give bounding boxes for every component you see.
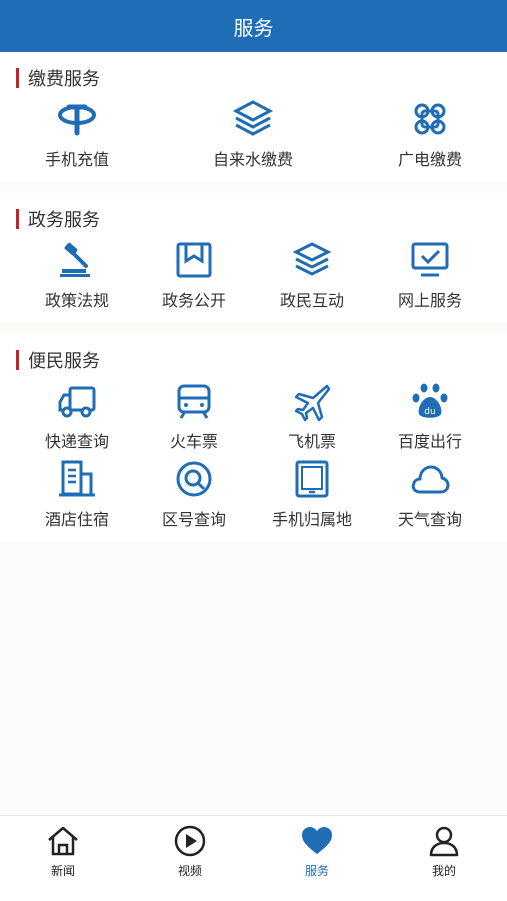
- play-icon: [174, 825, 206, 857]
- service-item-mobile-recharge[interactable]: 手机充值: [17, 98, 137, 170]
- service-label: 政务公开: [161, 291, 226, 310]
- tablet-icon: [295, 460, 329, 498]
- app-header: 服务: [0, 0, 507, 52]
- tab-label: 我的: [431, 864, 456, 878]
- service-label: 广电缴费: [397, 150, 462, 169]
- bookmark-doc-icon: [176, 242, 212, 278]
- bottom-tab-bar: 新闻 视频 服务 我的: [0, 815, 507, 901]
- section-title: 便民服务: [16, 348, 100, 372]
- service-label: 政策法规: [44, 291, 109, 310]
- service-item-weather[interactable]: 天气查询: [370, 458, 490, 530]
- monitor-check-icon: [411, 242, 449, 277]
- service-item-cable-bill[interactable]: 广电缴费: [370, 98, 490, 170]
- user-icon: [429, 826, 459, 857]
- service-item-train[interactable]: 火车票: [134, 380, 254, 452]
- cloud-icon: [411, 465, 450, 494]
- service-item-area-code[interactable]: 区号查询: [134, 458, 254, 530]
- section-accent-bar: [16, 209, 19, 229]
- train-icon: [177, 384, 211, 419]
- building-icon: [59, 460, 95, 497]
- section-convenience: 便民服务 快递查询 火车票 飞机票 du 百度出行 酒店住宿 区号查询 手机归属…: [0, 334, 507, 542]
- content-area: 缴费服务 手机充值 自来水缴费 广电缴费 政务服务 政策法规 政务公开 政民互动…: [0, 52, 507, 814]
- service-label: 酒店住宿: [44, 510, 109, 529]
- section-title-text: 政务服务: [28, 210, 100, 231]
- service-item-phone-location[interactable]: 手机归属地: [252, 458, 372, 530]
- airplane-icon: [294, 384, 331, 422]
- service-label: 火车票: [169, 432, 218, 451]
- tab-video[interactable]: 视频: [127, 824, 253, 879]
- section-title: 缴费服务: [16, 66, 100, 90]
- service-item-policy[interactable]: 政策法规: [17, 239, 137, 311]
- service-item-interaction[interactable]: 政民互动: [252, 239, 372, 311]
- gavel-icon: [60, 242, 90, 277]
- heart-icon: [302, 827, 332, 854]
- svg-text:du: du: [424, 407, 435, 417]
- section-title-text: 便民服务: [28, 351, 100, 372]
- service-label: 快递查询: [44, 432, 109, 451]
- service-label: 政民互动: [279, 291, 344, 310]
- section-title: 政务服务: [16, 207, 100, 231]
- section-accent-bar: [16, 350, 19, 370]
- service-label: 自来水缴费: [212, 150, 293, 169]
- tab-label: 新闻: [50, 864, 75, 878]
- section-government: 政务服务 政策法规 政务公开 政民互动 网上服务: [0, 193, 507, 323]
- service-item-gov-open[interactable]: 政务公开: [134, 239, 254, 311]
- section-payment: 缴费服务 手机充值 自来水缴费 广电缴费: [0, 52, 507, 182]
- tab-label: 服务: [304, 864, 329, 878]
- service-label: 手机充值: [44, 150, 109, 169]
- layers-icon: [292, 242, 332, 276]
- unicom-knot-icon: [414, 103, 446, 135]
- service-label: 飞机票: [287, 432, 336, 451]
- service-label: 手机归属地: [271, 510, 352, 529]
- service-item-hotel[interactable]: 酒店住宿: [17, 458, 137, 530]
- baidu-paw-icon: du: [412, 383, 448, 418]
- service-label: 区号查询: [161, 510, 226, 529]
- service-item-flight[interactable]: 飞机票: [252, 380, 372, 452]
- service-item-online[interactable]: 网上服务: [370, 239, 490, 311]
- truck-icon: [58, 386, 96, 418]
- tab-news[interactable]: 新闻: [0, 824, 126, 879]
- search-circle-icon: [176, 461, 212, 497]
- telecom-icon: [58, 104, 96, 136]
- tab-service[interactable]: 服务: [254, 824, 380, 879]
- tab-label: 视频: [177, 864, 202, 878]
- page-title: 服务: [233, 15, 274, 40]
- service-item-baidu-travel[interactable]: du 百度出行: [370, 380, 490, 452]
- water-layers-icon: [232, 100, 274, 136]
- service-item-express[interactable]: 快递查询: [17, 380, 137, 452]
- section-accent-bar: [16, 68, 19, 88]
- service-label: 天气查询: [397, 510, 462, 529]
- service-label: 百度出行: [397, 432, 462, 451]
- home-icon: [48, 826, 78, 856]
- section-title-text: 缴费服务: [28, 69, 100, 90]
- service-item-water-bill[interactable]: 自来水缴费: [193, 98, 313, 170]
- tab-mine[interactable]: 我的: [381, 824, 507, 879]
- service-label: 网上服务: [397, 291, 462, 310]
